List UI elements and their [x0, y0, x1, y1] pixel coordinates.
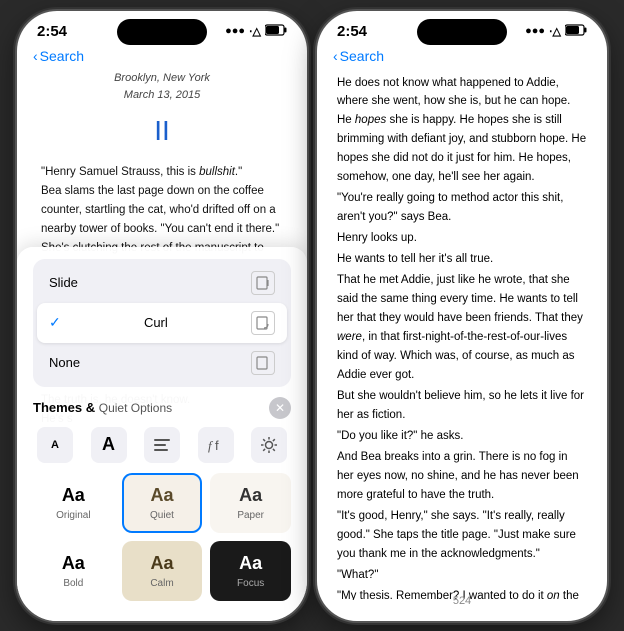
chevron-left-icon: ‹ [33, 48, 38, 64]
back-button-left[interactable]: ‹ Search [33, 48, 84, 64]
overlay-panel: Slide ✓ Curl [17, 247, 307, 621]
scroll-curl-label: Curl [144, 315, 168, 330]
right-chevron-left-icon: ‹ [333, 48, 338, 64]
svg-text:f: f [215, 438, 219, 453]
scroll-none-icon [251, 351, 275, 375]
book-para-1: "Henry Samuel Strauss, this is bullshit.… [41, 163, 283, 182]
theme-focus[interactable]: Aa Focus [210, 541, 291, 601]
themes-header: Themes & Quiet Options ✕ [33, 397, 291, 419]
scroll-option-curl[interactable]: ✓ Curl [37, 303, 287, 343]
book-content-right: He does not know what happened to Addie,… [317, 70, 607, 600]
scroll-option-slide[interactable]: Slide [37, 263, 287, 303]
font-style-icon[interactable] [144, 427, 180, 463]
theme-focus-label: Focus [237, 578, 264, 589]
themes-title: Themes & Quiet Options [33, 400, 172, 415]
font-controls: A A f f [33, 427, 291, 463]
checkmark-icon: ✓ [49, 314, 61, 331]
theme-grid: Aa Original Aa Quiet Aa Paper Aa Bold Aa [33, 473, 291, 601]
back-button-right[interactable]: ‹ Search [333, 48, 384, 64]
font-type-icon[interactable]: f f [198, 427, 234, 463]
right-nav: ‹ Search [317, 44, 607, 70]
right-dynamic-island [417, 19, 507, 45]
svg-text:f: f [208, 438, 214, 453]
right-battery-icon [565, 24, 587, 39]
theme-original[interactable]: Aa Original [33, 473, 114, 533]
right-para-10: "What?" [337, 566, 587, 585]
theme-bold[interactable]: Aa Bold [33, 541, 114, 601]
theme-bold-label: Bold [63, 578, 83, 589]
scroll-none-label: None [49, 355, 80, 370]
scroll-option-none[interactable]: None [37, 343, 287, 383]
theme-calm-text: Aa [150, 553, 173, 574]
left-status-icons: ●●● ⋅△ [225, 24, 287, 39]
book-location: Brooklyn, New York [41, 70, 283, 88]
right-para-6: But she wouldn't believe him, so he lets… [337, 387, 587, 425]
signal-icon: ●●● [225, 25, 245, 37]
left-time: 2:54 [37, 23, 67, 40]
scroll-curl-icon [251, 311, 275, 335]
scroll-options: Slide ✓ Curl [33, 259, 291, 387]
theme-quiet-text: Aa [150, 485, 173, 506]
book-header: Brooklyn, New York March 13, 2015 II [41, 70, 283, 154]
theme-bold-text: Aa [62, 553, 85, 574]
right-para-1: He does not know what happened to Addie,… [337, 74, 587, 188]
theme-calm-label: Calm [150, 578, 173, 589]
font-increase-button[interactable]: A [91, 427, 127, 463]
theme-paper[interactable]: Aa Paper [210, 473, 291, 533]
scroll-slide-icon [251, 271, 275, 295]
right-para-7: "Do you like it?" he asks. [337, 427, 587, 446]
scroll-slide-label: Slide [49, 275, 78, 290]
brightness-icon[interactable] [251, 427, 287, 463]
battery-icon [265, 24, 287, 39]
right-para-4: He wants to tell her it's all true. [337, 250, 587, 269]
dynamic-island [117, 19, 207, 45]
theme-original-label: Original [56, 510, 90, 521]
theme-focus-text: Aa [239, 553, 262, 574]
right-para-9: "It's good, Henry," she says. "It's real… [337, 507, 587, 564]
right-para-3: Henry looks up. [337, 229, 587, 248]
right-status-icons: ●●● ⋅△ [525, 24, 587, 39]
close-button[interactable]: ✕ [269, 397, 291, 419]
book-date: March 13, 2015 [41, 87, 283, 105]
theme-original-text: Aa [62, 485, 85, 506]
theme-paper-text: Aa [239, 485, 262, 506]
theme-calm[interactable]: Aa Calm [122, 541, 203, 601]
page-number: 524 [453, 595, 471, 607]
theme-quiet[interactable]: Aa Quiet [122, 473, 203, 533]
wifi-icon: ⋅△ [249, 25, 261, 38]
right-signal-icon: ●●● [525, 25, 545, 37]
left-nav: ‹ Search [17, 44, 307, 70]
right-para-2: "You're really going to method actor thi… [337, 189, 587, 227]
right-para-5: That he met Addie, just like he wrote, t… [337, 271, 587, 385]
right-wifi-icon: ⋅△ [549, 25, 561, 38]
right-para-8: And Bea breaks into a grin. There is no … [337, 448, 587, 505]
book-chapter: II [41, 109, 283, 154]
theme-paper-label: Paper [237, 510, 264, 521]
font-decrease-button[interactable]: A [37, 427, 73, 463]
right-phone: 2:54 ●●● ⋅△ ‹ Search He [317, 11, 607, 621]
phones-container: 2:54 ●●● ⋅△ ‹ Search [0, 0, 624, 631]
left-phone: 2:54 ●●● ⋅△ ‹ Search [17, 11, 307, 621]
theme-quiet-label: Quiet [150, 510, 174, 521]
right-time: 2:54 [337, 23, 367, 40]
